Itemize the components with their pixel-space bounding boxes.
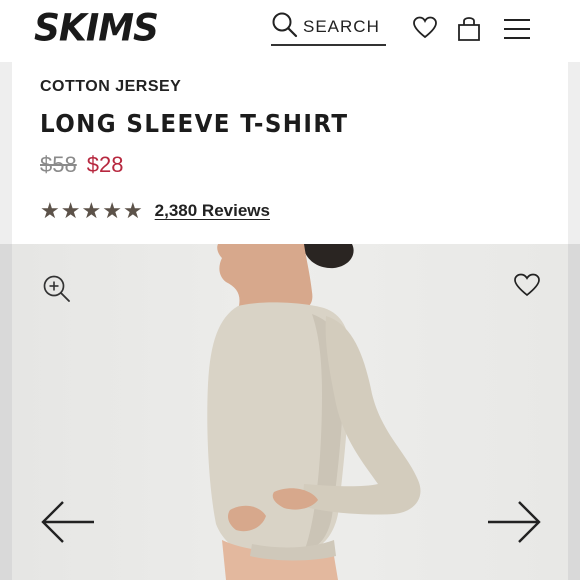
star-icon: ★ <box>60 198 81 223</box>
product-category: COTTON JERSEY <box>40 78 182 95</box>
search-bar[interactable]: SEARCH <box>271 10 386 46</box>
site-header: SKIMS SEARCH <box>0 0 580 62</box>
menu-icon[interactable] <box>503 18 531 40</box>
reviews-link[interactable]: 2,380 Reviews <box>155 201 270 221</box>
arrow-left-icon[interactable] <box>40 500 96 544</box>
search-label: SEARCH <box>303 17 380 36</box>
sale-price: $28 <box>86 152 124 177</box>
rating-row: ★ ★ ★ ★ ★ 2,380 Reviews <box>40 200 270 222</box>
star-icon: ★ <box>122 198 143 223</box>
gallery-edge-right <box>568 244 580 580</box>
star-icon: ★ <box>81 198 102 223</box>
product-info: COTTON JERSEY LONG SLEEVE T-SHIRT $58 $2… <box>12 62 568 244</box>
original-price: $58 <box>40 152 77 177</box>
heart-icon[interactable] <box>513 272 541 298</box>
search-icon <box>271 11 299 44</box>
product-title: LONG SLEEVE T-SHIRT <box>40 109 349 138</box>
wishlist-heart-icon[interactable] <box>412 15 438 41</box>
zoom-in-icon[interactable] <box>42 274 72 304</box>
product-image-gallery[interactable] <box>12 244 568 580</box>
gallery-edge-left <box>0 244 12 580</box>
star-icon: ★ <box>40 198 60 223</box>
arrow-right-icon[interactable] <box>486 500 542 544</box>
brand-logo[interactable]: SKIMS <box>34 7 159 50</box>
star-icon: ★ <box>102 198 122 223</box>
shopping-bag-icon[interactable] <box>457 14 481 42</box>
price-row: $58 $28 <box>40 152 123 178</box>
star-rating: ★ ★ ★ ★ ★ <box>40 200 143 222</box>
